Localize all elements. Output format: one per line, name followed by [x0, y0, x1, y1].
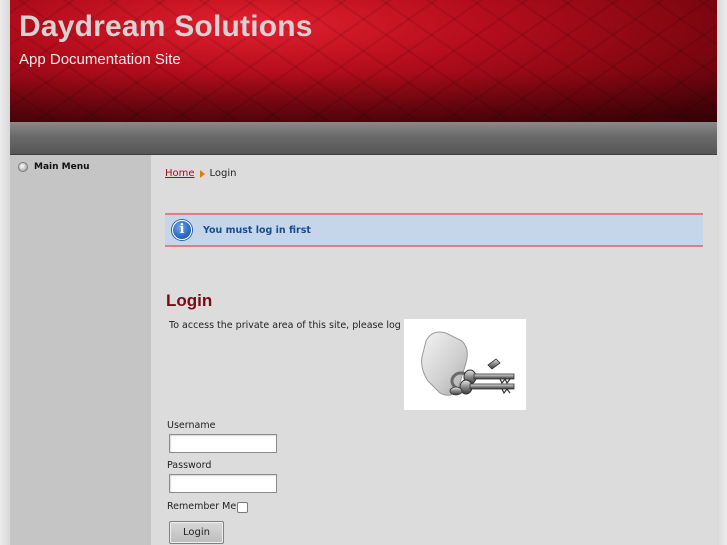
- site-title[interactable]: Daydream Solutions: [19, 10, 313, 44]
- main-menu-header: Main Menu: [18, 162, 90, 172]
- password-field[interactable]: [169, 474, 277, 493]
- top-navbar: [10, 122, 717, 155]
- keys-image: [404, 319, 526, 410]
- password-label: Password: [167, 460, 212, 471]
- site-subtitle: App Documentation Site: [19, 51, 181, 68]
- breadcrumb-home-link[interactable]: Home: [165, 168, 195, 179]
- main-menu-title: Main Menu: [34, 162, 90, 172]
- menu-bullet-icon: [18, 162, 28, 172]
- chevron-right-icon: [199, 169, 205, 178]
- page-title: Login: [166, 291, 213, 310]
- remember-me-checkbox[interactable]: [237, 502, 248, 513]
- site-header: Daydream Solutions App Documentation Sit…: [10, 0, 717, 122]
- breadcrumb: Home Login: [165, 168, 237, 179]
- breadcrumb-current: Login: [209, 168, 237, 179]
- login-intro-text: To access the private area of this site,…: [169, 320, 416, 331]
- login-button[interactable]: Login: [169, 521, 224, 544]
- keys-illustration: [421, 331, 515, 396]
- username-field[interactable]: [169, 434, 277, 453]
- notice-text: You must log in first: [203, 224, 311, 236]
- remember-me-label: Remember Me: [167, 501, 237, 512]
- username-label: Username: [167, 420, 216, 431]
- info-icon: i: [172, 220, 192, 240]
- sidebar: Main Menu: [10, 155, 151, 545]
- notice-message: i You must log in first: [165, 213, 703, 247]
- main-content: Home Login i You must log in first Login…: [151, 155, 717, 545]
